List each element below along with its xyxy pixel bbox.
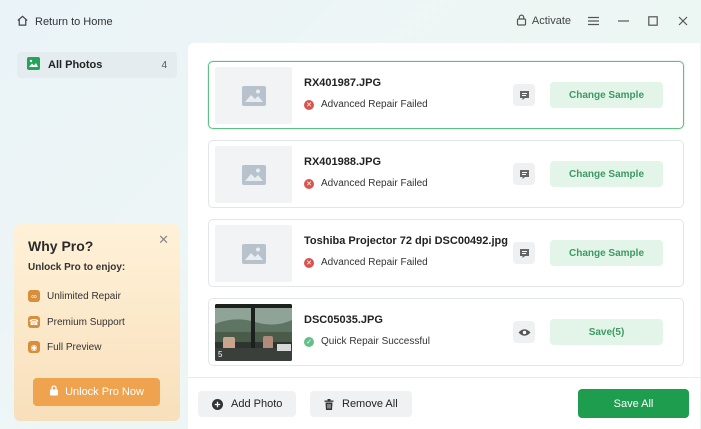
change-sample-button[interactable]: Change Sample: [550, 161, 663, 187]
check-icon: ✓: [304, 336, 314, 347]
lock-icon: [516, 14, 527, 29]
error-icon: ✕: [304, 178, 314, 189]
photo-list-panel: RX401987.JPG ✕ Advanced Repair Failed Ch…: [188, 43, 700, 429]
save-button[interactable]: Save(5): [550, 319, 663, 345]
feature-label: Premium Support: [47, 316, 125, 328]
feature-label: Unlimited Repair: [47, 290, 121, 302]
eye-icon: [518, 328, 530, 336]
add-photo-button[interactable]: Add Photo: [198, 391, 297, 417]
title-bar: Return to Home Activate: [0, 0, 701, 44]
feature-item: ☎ Premium Support: [28, 316, 125, 328]
repair-status: ✕ Advanced Repair Failed: [304, 178, 428, 189]
feature-item: ∞ Unlimited Repair: [28, 290, 121, 302]
preview-button[interactable]: [513, 321, 535, 343]
save-all-button[interactable]: Save All: [578, 389, 689, 418]
repair-status-text: Advanced Repair Failed: [321, 99, 428, 110]
close-promo-icon[interactable]: ✕: [158, 232, 169, 248]
why-pro-panel: ✕ Why Pro? Unlock Pro to enjoy: ∞ Unlimi…: [14, 224, 180, 421]
bottom-toolbar: Add Photo Remove All Save All: [188, 377, 700, 429]
menu-button[interactable]: [585, 12, 601, 30]
photo-icon: [27, 57, 40, 73]
view-details-button[interactable]: [513, 163, 535, 185]
menu-icon: [587, 16, 599, 26]
home-icon: [16, 14, 29, 30]
view-details-button[interactable]: [513, 242, 535, 264]
add-photo-label: Add Photo: [231, 398, 283, 410]
unlock-pro-label: Unlock Pro Now: [65, 386, 144, 398]
photo-card[interactable]: Toshiba Projector 72 dpi DSC00492.jpg ✕ …: [208, 219, 684, 287]
feature-item: ◉ Full Preview: [28, 341, 101, 353]
minimize-icon: [617, 20, 629, 22]
close-icon: [678, 16, 688, 26]
promo-title: Why Pro?: [28, 238, 94, 254]
photo-filename: Toshiba Projector 72 dpi DSC00492.jpg: [304, 235, 508, 247]
return-to-home-button[interactable]: Return to Home: [16, 14, 113, 30]
repair-status-text: Quick Repair Successful: [321, 336, 430, 347]
window-controls: Activate: [516, 12, 691, 30]
unlock-pro-button[interactable]: Unlock Pro Now: [33, 378, 160, 406]
view-details-button[interactable]: [513, 84, 535, 106]
plus-circle-icon: [212, 398, 223, 410]
repair-status: ✓ Quick Repair Successful: [304, 336, 430, 347]
thumbnail-badge: 5: [218, 350, 223, 359]
remove-all-label: Remove All: [342, 398, 398, 410]
photo-card[interactable]: RX401988.JPG ✕ Advanced Repair Failed Ch…: [208, 140, 684, 208]
photo-filename: RX401988.JPG: [304, 156, 382, 168]
maximize-icon: [648, 16, 658, 26]
minimize-button[interactable]: [615, 12, 631, 30]
message-icon: [519, 248, 529, 258]
error-icon: ✕: [304, 99, 314, 110]
image-placeholder-icon: [241, 243, 266, 264]
photo-thumbnail: 5: [215, 304, 292, 361]
error-icon: ✕: [304, 257, 314, 268]
infinity-icon: ∞: [28, 290, 40, 302]
remove-all-button[interactable]: Remove All: [310, 391, 412, 417]
photo-filename: DSC05035.JPG: [304, 314, 383, 326]
sidebar-item-label: All Photos: [48, 59, 103, 71]
photo-thumbnail: [215, 67, 292, 124]
return-to-home-label: Return to Home: [35, 16, 113, 28]
lock-icon: [49, 385, 59, 399]
photo-thumbnail: [215, 225, 292, 282]
feature-label: Full Preview: [47, 341, 102, 353]
message-icon: [519, 90, 529, 100]
photo-thumbnail: [215, 146, 292, 203]
repair-status-text: Advanced Repair Failed: [321, 178, 428, 189]
maximize-button[interactable]: [645, 12, 661, 30]
eye-icon: ◉: [28, 341, 40, 353]
photo-card[interactable]: RX401987.JPG ✕ Advanced Repair Failed Ch…: [208, 61, 684, 129]
change-sample-button[interactable]: Change Sample: [550, 240, 663, 266]
repair-status: ✕ Advanced Repair Failed: [304, 99, 428, 110]
repair-status-text: Advanced Repair Failed: [321, 257, 428, 268]
close-button[interactable]: [675, 12, 691, 30]
headset-icon: ☎: [28, 316, 40, 328]
image-placeholder-icon: [241, 85, 266, 106]
photo-preview: [215, 304, 292, 361]
repair-status: ✕ Advanced Repair Failed: [304, 257, 428, 268]
promo-subtitle: Unlock Pro to enjoy:: [28, 262, 126, 273]
photo-filename: RX401987.JPG: [304, 77, 382, 89]
change-sample-button[interactable]: Change Sample: [550, 82, 663, 108]
activate-button[interactable]: Activate: [516, 14, 571, 29]
sidebar-item-count: 4: [161, 59, 167, 71]
activate-label: Activate: [531, 15, 571, 27]
sidebar-item-all-photos[interactable]: All Photos 4: [17, 52, 177, 78]
image-placeholder-icon: [241, 164, 266, 185]
photo-card[interactable]: 5 DSC05035.JPG ✓ Quick Repair Successful…: [208, 298, 684, 366]
message-icon: [519, 169, 529, 179]
trash-icon: [324, 398, 334, 410]
